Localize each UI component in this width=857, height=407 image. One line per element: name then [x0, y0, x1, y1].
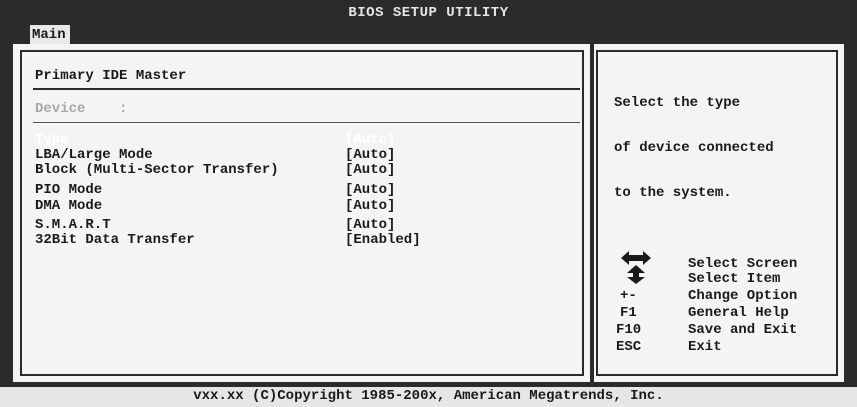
panel-heading: Primary IDE Master [35, 68, 187, 84]
help-line-1: Select the type [614, 95, 741, 111]
arrows-icon [621, 251, 651, 284]
key-action-select-screen: Select Screen [688, 256, 798, 272]
bios-title: BIOS SETUP UTILITY [348, 5, 509, 21]
help-line-2: of device connected [614, 140, 774, 156]
help-panel: Select the type of device connected to t… [594, 44, 844, 382]
help-description: Select the type of device connected to t… [614, 66, 774, 231]
key-esc: ESC [616, 339, 642, 355]
tab-main[interactable]: Main [30, 25, 70, 44]
setting-value-lba[interactable]: [Auto] [345, 148, 395, 163]
key-action-save-exit: Save and Exit [688, 322, 798, 338]
setting-value-dma[interactable]: [Auto] [345, 199, 395, 214]
key-f10: F10 [616, 322, 642, 338]
setting-label-dma[interactable]: DMA Mode [35, 199, 102, 214]
setting-value-block[interactable]: [Auto] [345, 163, 395, 178]
setting-value-32bit[interactable]: [Enabled] [345, 233, 421, 248]
settings-border [20, 50, 584, 376]
key-action-exit: Exit [688, 339, 722, 355]
heading-divider [33, 88, 580, 90]
setting-label-type[interactable]: Type [35, 133, 69, 148]
copyright-footer: vxx.xx (C)Copyright 1985-200x, American … [0, 387, 857, 407]
settings-panel: Primary IDE Master Device : Type [Auto] … [13, 44, 590, 382]
title-bar: BIOS SETUP UTILITY Main [0, 0, 857, 44]
setting-value-type[interactable]: [Auto] [345, 133, 395, 148]
key-action-general-help: General Help [688, 305, 789, 321]
setting-label-lba[interactable]: LBA/Large Mode [35, 148, 153, 163]
setting-label-32bit[interactable]: 32Bit Data Transfer [35, 233, 195, 248]
key-plus-minus: +- [620, 288, 637, 304]
key-action-select-item: Select Item [688, 271, 781, 287]
key-action-change-option: Change Option [688, 288, 798, 304]
setting-label-block[interactable]: Block (Multi-Sector Transfer) [35, 163, 279, 178]
setting-label-pio[interactable]: PIO Mode [35, 183, 102, 198]
device-label: Device : [35, 101, 128, 117]
setting-label-smart[interactable]: S.M.A.R.T [35, 218, 111, 233]
help-line-3: to the system. [614, 185, 732, 201]
setting-value-pio[interactable]: [Auto] [345, 183, 395, 198]
setting-value-smart[interactable]: [Auto] [345, 218, 395, 233]
device-divider [33, 122, 580, 123]
bios-screen: BIOS SETUP UTILITY Main Primary IDE Mast… [0, 0, 857, 407]
key-f1: F1 [620, 305, 637, 321]
